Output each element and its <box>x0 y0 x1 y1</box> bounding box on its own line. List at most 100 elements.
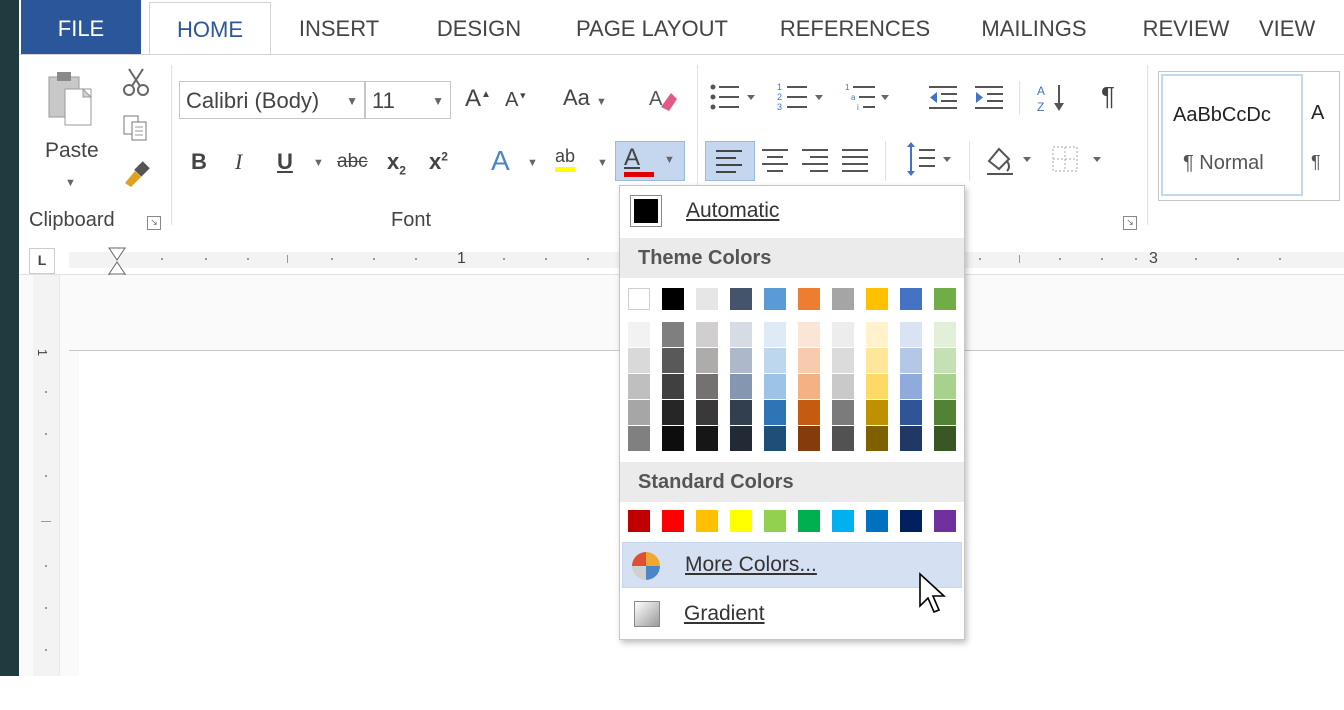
theme-shade-swatch[interactable] <box>764 374 786 399</box>
theme-shade-swatch[interactable] <box>934 374 956 399</box>
borders-icon[interactable] <box>1049 141 1107 186</box>
theme-color-swatch[interactable] <box>934 288 956 310</box>
theme-shade-swatch[interactable] <box>730 374 752 399</box>
multilevel-list-icon[interactable]: 1 a i <box>845 81 895 120</box>
theme-shade-swatch[interactable] <box>798 400 820 425</box>
theme-shade-swatch[interactable] <box>696 374 718 399</box>
theme-shade-swatch[interactable] <box>628 426 650 451</box>
theme-shade-swatch[interactable] <box>628 374 650 399</box>
underline-button[interactable]: U <box>277 149 293 175</box>
theme-color-swatch[interactable] <box>730 288 752 310</box>
theme-shade-swatch[interactable] <box>900 348 922 373</box>
theme-color-swatch[interactable] <box>798 288 820 310</box>
theme-color-swatch[interactable] <box>764 288 786 310</box>
theme-shade-swatch[interactable] <box>832 400 854 425</box>
theme-color-swatch[interactable] <box>866 288 888 310</box>
style-normal[interactable]: AaBbCcDc ¶ Normal <box>1161 74 1303 196</box>
theme-shade-swatch[interactable] <box>934 348 956 373</box>
theme-shade-swatch[interactable] <box>934 426 956 451</box>
chevron-down-icon[interactable]: ▼ <box>432 82 444 120</box>
paste-button[interactable]: Paste <box>45 139 99 163</box>
standard-color-swatch[interactable] <box>866 510 888 532</box>
paste-icon[interactable] <box>47 69 95 136</box>
theme-shade-swatch[interactable] <box>798 322 820 347</box>
theme-shade-swatch[interactable] <box>764 400 786 425</box>
paste-dropdown-icon[interactable]: ▼ <box>65 177 76 189</box>
grow-font-button[interactable]: A▲ <box>465 85 491 113</box>
justify-icon[interactable] <box>839 145 873 184</box>
theme-shade-swatch[interactable] <box>662 426 684 451</box>
theme-shade-swatch[interactable] <box>798 348 820 373</box>
theme-shade-swatch[interactable] <box>696 322 718 347</box>
theme-color-swatch[interactable] <box>832 288 854 310</box>
change-case-button[interactable]: Aa ▼ <box>563 85 607 111</box>
tab-home[interactable]: HOME <box>149 2 271 57</box>
bullets-icon[interactable] <box>709 81 759 120</box>
style-next-name[interactable]: ¶ <box>1311 152 1321 173</box>
standard-color-swatch[interactable] <box>798 510 820 532</box>
theme-shade-swatch[interactable] <box>730 348 752 373</box>
theme-shade-swatch[interactable] <box>900 374 922 399</box>
font-color-button[interactable]: A ▼ <box>615 141 685 181</box>
theme-shade-swatch[interactable] <box>866 426 888 451</box>
font-color-dropdown-icon[interactable]: ▼ <box>664 154 675 166</box>
theme-shade-swatch[interactable] <box>866 400 888 425</box>
theme-shade-swatch[interactable] <box>662 322 684 347</box>
theme-shade-swatch[interactable] <box>696 348 718 373</box>
tab-insert[interactable]: INSERT <box>289 0 389 54</box>
theme-shade-swatch[interactable] <box>832 348 854 373</box>
standard-color-swatch[interactable] <box>934 510 956 532</box>
text-effects-button[interactable]: A <box>491 145 510 177</box>
standard-color-swatch[interactable] <box>764 510 786 532</box>
theme-color-swatch[interactable] <box>628 288 650 310</box>
tab-review[interactable]: REVIEW <box>1131 0 1241 54</box>
theme-shade-swatch[interactable] <box>628 348 650 373</box>
theme-color-swatch[interactable] <box>900 288 922 310</box>
tab-page-layout[interactable]: PAGE LAYOUT <box>567 0 737 54</box>
gradient-item[interactable]: Gradient <box>620 592 964 638</box>
tab-references[interactable]: REFERENCES <box>775 0 935 54</box>
standard-color-swatch[interactable] <box>628 510 650 532</box>
theme-shade-swatch[interactable] <box>730 400 752 425</box>
automatic-color-item[interactable]: Automatic <box>620 186 964 236</box>
theme-shade-swatch[interactable] <box>730 426 752 451</box>
decrease-indent-icon[interactable] <box>927 83 961 118</box>
theme-color-swatch[interactable] <box>696 288 718 310</box>
format-painter-icon[interactable] <box>121 157 153 194</box>
clipboard-launcher-icon[interactable]: ↘ <box>147 216 161 230</box>
cut-icon[interactable] <box>121 67 151 102</box>
theme-shade-swatch[interactable] <box>662 374 684 399</box>
italic-button[interactable]: I <box>235 149 242 175</box>
theme-shade-swatch[interactable] <box>900 426 922 451</box>
tab-view[interactable]: VIEW <box>1259 0 1344 54</box>
theme-shade-swatch[interactable] <box>900 322 922 347</box>
shrink-font-button[interactable]: A▼ <box>505 89 527 112</box>
standard-color-swatch[interactable] <box>696 510 718 532</box>
standard-color-swatch[interactable] <box>832 510 854 532</box>
standard-color-swatch[interactable] <box>900 510 922 532</box>
theme-shade-swatch[interactable] <box>934 400 956 425</box>
theme-shade-swatch[interactable] <box>798 374 820 399</box>
theme-shade-swatch[interactable] <box>628 322 650 347</box>
align-left-icon[interactable] <box>705 141 755 181</box>
theme-shade-swatch[interactable] <box>764 322 786 347</box>
theme-shade-swatch[interactable] <box>832 322 854 347</box>
tab-selector-button[interactable]: L <box>29 248 55 274</box>
style-next-preview[interactable]: A <box>1311 102 1324 125</box>
align-center-icon[interactable] <box>759 145 793 184</box>
clear-formatting-icon[interactable]: A <box>647 83 679 120</box>
theme-shade-swatch[interactable] <box>900 400 922 425</box>
theme-shade-swatch[interactable] <box>866 322 888 347</box>
theme-shade-swatch[interactable] <box>696 426 718 451</box>
increase-indent-icon[interactable] <box>973 83 1007 118</box>
paragraph-launcher-icon[interactable]: ↘ <box>1123 216 1137 230</box>
numbering-icon[interactable]: 1 2 3 <box>777 81 827 120</box>
standard-color-swatch[interactable] <box>662 510 684 532</box>
theme-shade-swatch[interactable] <box>798 426 820 451</box>
text-effects-dropdown-icon[interactable]: ▼ <box>527 157 538 169</box>
superscript-button[interactable]: x2 <box>429 149 448 175</box>
theme-shade-swatch[interactable] <box>866 348 888 373</box>
pilcrow-icon[interactable]: ¶ <box>1101 81 1115 112</box>
chevron-down-icon[interactable]: ▼ <box>346 82 358 120</box>
highlight-button[interactable]: ab <box>555 145 576 172</box>
